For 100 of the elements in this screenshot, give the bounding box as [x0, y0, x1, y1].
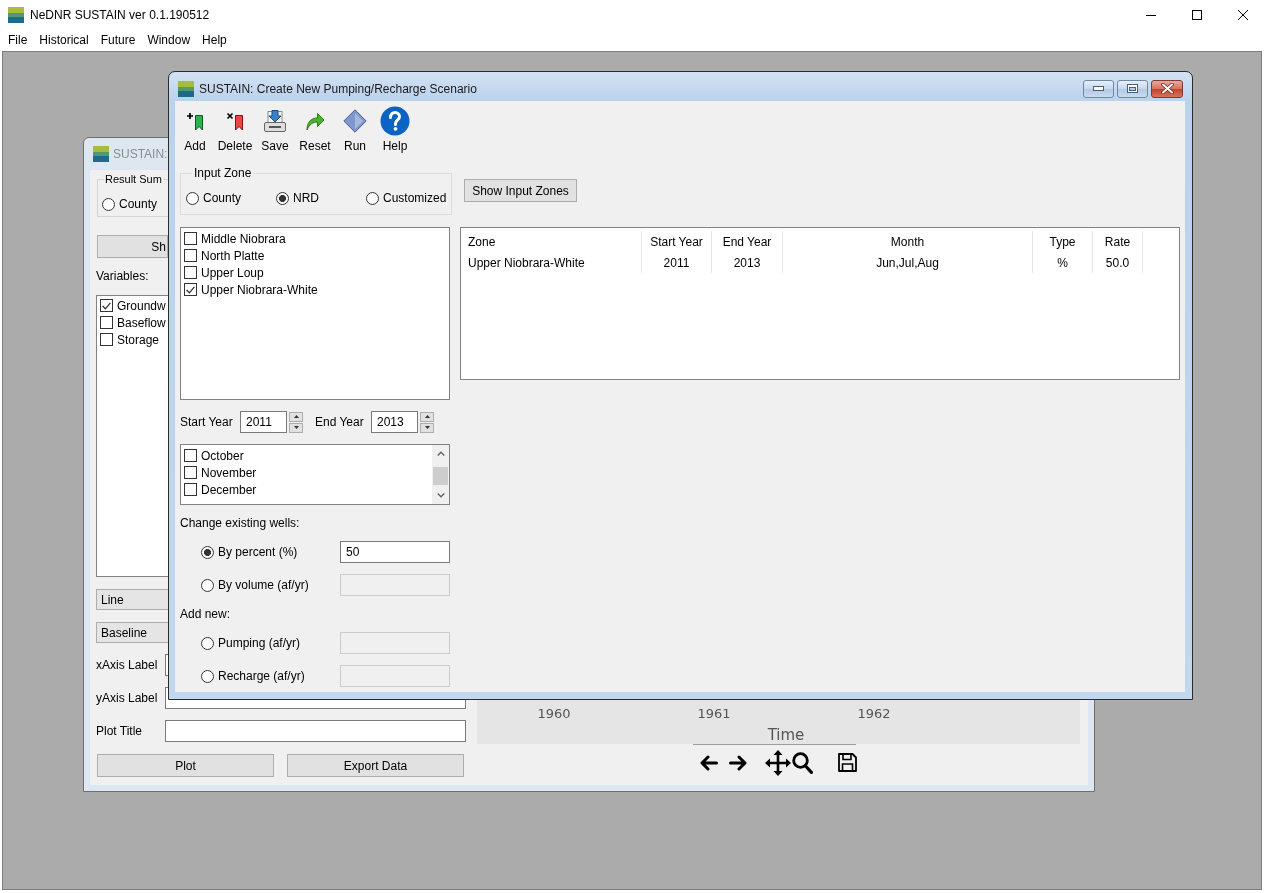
input-field[interactable] — [165, 654, 168, 676]
radio-button[interactable] — [102, 197, 115, 211]
close-icon — [1238, 10, 1248, 20]
radio-label: County — [203, 191, 242, 205]
menu-item[interactable]: File — [2, 32, 34, 48]
minimize-icon — [1093, 86, 1104, 91]
show-button[interactable]: Sh — [97, 235, 168, 258]
column-header: Type — [1033, 231, 1093, 252]
action-button[interactable]: Export Data — [287, 754, 464, 777]
right-arrow-icon[interactable] — [729, 754, 747, 771]
checkbox[interactable] — [184, 283, 197, 296]
column-header: Month — [783, 231, 1033, 252]
input-field[interactable]: 2013 — [371, 411, 418, 433]
field-label: xAxis Label — [96, 658, 159, 672]
minimize-button[interactable] — [1083, 79, 1114, 98]
window-title: SUSTAIN: Create New Pumping/Recharge Scenario — [199, 81, 477, 96]
radio-button[interactable] — [366, 191, 379, 205]
search-icon[interactable] — [792, 751, 813, 774]
checkbox-label: Storage — [117, 332, 160, 347]
field-label: Plot Title — [96, 724, 144, 738]
show-zones-button[interactable]: Show Input Zones — [464, 179, 577, 202]
checkbox-label: Groundw — [117, 298, 166, 313]
radio-label: County — [119, 197, 158, 211]
checkbox[interactable] — [184, 483, 197, 496]
axis-tick-label: 1961 — [697, 706, 731, 722]
input-field[interactable]: 2011 — [240, 411, 287, 433]
field-label: yAxis Label — [96, 691, 159, 705]
tray-arrow-icon — [263, 109, 287, 133]
checkbox[interactable] — [100, 299, 113, 312]
caret-down-icon — [293, 426, 299, 429]
checkmark-icon — [102, 301, 111, 310]
axis-title: Time — [767, 725, 805, 744]
checkbox[interactable] — [184, 449, 197, 462]
checkbox[interactable] — [100, 333, 113, 346]
dropdown[interactable]: Baseline — [96, 622, 168, 643]
toolbar-button[interactable]: Reset — [295, 106, 335, 153]
spin-up-button[interactable] — [289, 411, 303, 422]
action-button[interactable]: Plot — [97, 754, 274, 777]
column-header: Rate — [1093, 231, 1143, 252]
axis-tick-label: 1962 — [857, 706, 891, 722]
radio-button[interactable] — [186, 191, 199, 205]
table-cell: Jun,Jul,Aug — [783, 252, 1033, 273]
input-field[interactable]: 50 — [340, 541, 450, 563]
menu-item[interactable]: Window — [141, 32, 197, 48]
radio-label: NRD — [293, 191, 319, 205]
caret-down-icon — [424, 426, 430, 429]
checkbox-label: November — [201, 465, 257, 480]
axis-tick-label: 1960 — [537, 706, 571, 722]
cross-flag-icon — [226, 111, 244, 131]
section-label: Change existing wells: — [180, 516, 300, 530]
radio-label: By percent (%) — [218, 545, 298, 559]
spin-down-button[interactable] — [420, 422, 434, 433]
dropdown[interactable]: Line — [96, 589, 168, 610]
table-cell: 2013 — [712, 252, 783, 273]
plus-flag-icon — [186, 111, 204, 131]
checkbox[interactable] — [184, 249, 197, 262]
table-cell: 50.0 — [1093, 252, 1143, 273]
checkbox[interactable] — [100, 316, 113, 329]
toolbar-button[interactable]: Save — [255, 106, 295, 153]
radio-button[interactable] — [276, 191, 289, 205]
window-title: NeDNR SUSTAIN ver 0.1.190512 — [30, 8, 210, 22]
curved-arrow-icon — [305, 111, 325, 131]
spin-up-button[interactable] — [420, 411, 434, 422]
toolbar-button[interactable]: Help — [375, 106, 415, 153]
caret-up-icon — [293, 415, 299, 418]
toolbar-button[interactable]: Add — [175, 106, 215, 153]
chevron-down-icon — [436, 493, 445, 498]
checkbox-label: North Platte — [201, 248, 265, 263]
column-header: Zone — [461, 231, 642, 252]
radio-label: Pumping (af/yr) — [218, 636, 301, 650]
checkbox[interactable] — [184, 266, 197, 279]
menu-item[interactable]: Historical — [33, 32, 95, 48]
maximize-icon — [1192, 10, 1202, 20]
app-logo-icon — [93, 146, 109, 162]
move-arrows-icon[interactable] — [765, 749, 791, 776]
table-cell: 2011 — [642, 252, 712, 273]
left-arrow-icon[interactable] — [700, 754, 718, 771]
toolbar-button[interactable]: Run — [335, 106, 375, 153]
checkbox-label: Upper Loup — [201, 265, 264, 280]
help-icon — [380, 106, 410, 136]
minimize-icon — [1146, 14, 1156, 16]
checkbox-label: Upper Niobrara-White — [201, 282, 318, 297]
close-button[interactable] — [1151, 79, 1183, 98]
field-label: End Year — [315, 415, 365, 429]
scrollbar-thumb[interactable] — [433, 467, 448, 485]
table-cell: % — [1033, 252, 1093, 273]
section-label: Add new: — [180, 607, 231, 621]
checkbox-label: Baseflow — [117, 315, 166, 330]
checkbox[interactable] — [184, 232, 197, 245]
spin-down-button[interactable] — [289, 422, 303, 433]
checkbox[interactable] — [184, 466, 197, 479]
menu-item[interactable]: Future — [94, 32, 142, 48]
input-field[interactable] — [165, 720, 466, 742]
menu-item[interactable]: Help — [196, 32, 233, 48]
maximize-button[interactable] — [1117, 79, 1148, 98]
window-title: SUSTAIN: — [113, 147, 168, 161]
close-icon — [1160, 83, 1174, 94]
toolbar-button[interactable]: Delete — [215, 106, 255, 153]
radio-button[interactable] — [201, 545, 214, 559]
table-cell: Upper Niobrara-White — [461, 252, 642, 273]
